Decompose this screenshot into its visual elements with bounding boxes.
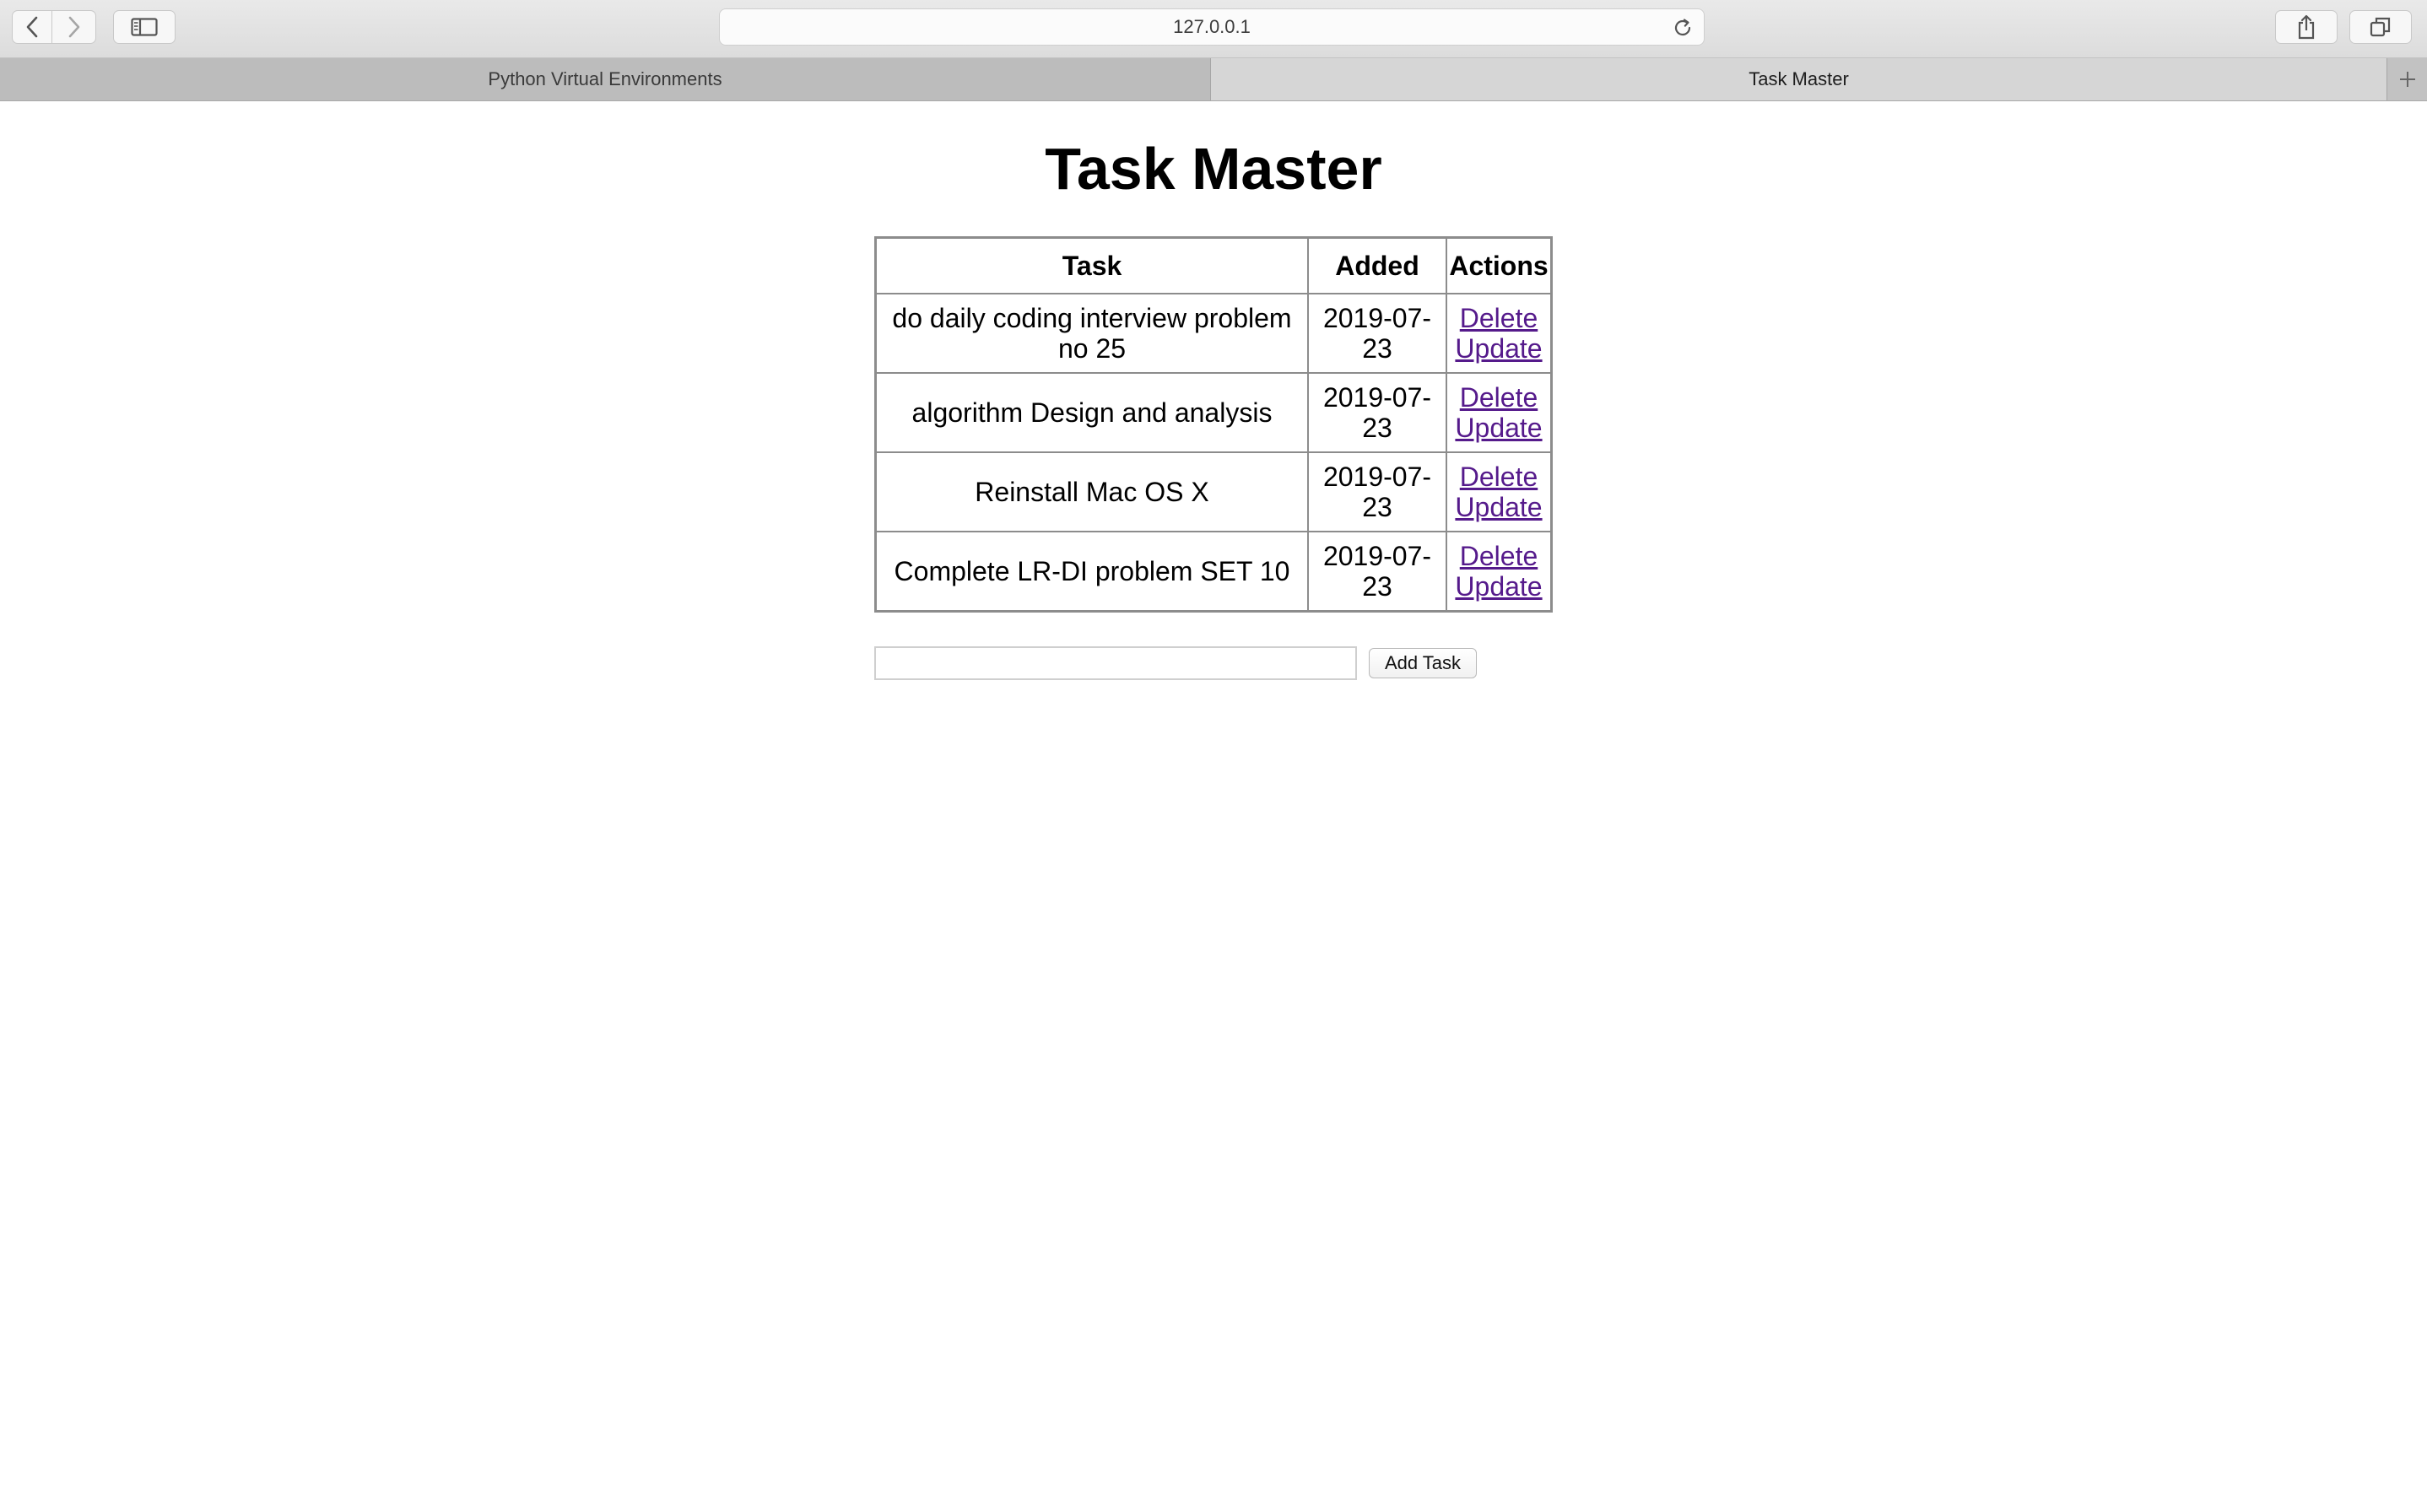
task-cell: algorithm Design and analysis	[876, 373, 1308, 452]
update-link[interactable]: Update	[1449, 571, 1549, 602]
task-content-input[interactable]	[874, 646, 1357, 680]
added-cell: 2019-07-23	[1308, 373, 1446, 452]
chevron-right-icon	[68, 16, 79, 38]
share-icon	[2298, 14, 2315, 40]
add-task-button[interactable]: Add Task	[1369, 648, 1477, 678]
reload-icon[interactable]	[1672, 17, 1694, 39]
task-cell: do daily coding interview problem no 25	[876, 294, 1308, 373]
table-row: Reinstall Mac OS X 2019-07-23 Delete Upd…	[876, 452, 1551, 532]
added-cell: 2019-07-23	[1308, 294, 1446, 373]
tab-python-virtual-environments[interactable]: Python Virtual Environments	[0, 58, 1211, 100]
tab-overview-button[interactable]	[2349, 10, 2412, 44]
table-row: do daily coding interview problem no 25 …	[876, 294, 1551, 373]
actions-cell: Delete Update	[1446, 452, 1551, 532]
task-cell: Complete LR-DI problem SET 10	[876, 532, 1308, 611]
plus-icon	[2399, 72, 2415, 87]
task-cell: Reinstall Mac OS X	[876, 452, 1308, 532]
sidebar-toggle-button[interactable]	[113, 10, 176, 44]
page-content: Task Master Task Added Actions do daily …	[0, 101, 2427, 1512]
delete-link[interactable]: Delete	[1449, 303, 1549, 333]
column-header-task: Task	[876, 238, 1308, 294]
back-button[interactable]	[12, 10, 52, 44]
update-link[interactable]: Update	[1449, 333, 1549, 364]
delete-link[interactable]: Delete	[1449, 541, 1549, 571]
tab-task-master[interactable]: Task Master	[1211, 58, 2386, 100]
chevron-left-icon	[26, 16, 38, 38]
update-link[interactable]: Update	[1449, 413, 1549, 443]
table-header-row: Task Added Actions	[876, 238, 1551, 294]
delete-link[interactable]: Delete	[1449, 462, 1549, 492]
actions-cell: Delete Update	[1446, 532, 1551, 611]
actions-cell: Delete Update	[1446, 373, 1551, 452]
page-title: Task Master	[1045, 136, 1382, 202]
address-text: 127.0.0.1	[1173, 16, 1251, 37]
added-cell: 2019-07-23	[1308, 452, 1446, 532]
tab-overview-icon	[2370, 17, 2391, 37]
task-table: Task Added Actions do daily coding inter…	[874, 236, 1553, 613]
table-row: Complete LR-DI problem SET 10 2019-07-23…	[876, 532, 1551, 611]
column-header-actions: Actions	[1446, 238, 1551, 294]
actions-cell: Delete Update	[1446, 294, 1551, 373]
add-task-form: Add Task	[874, 646, 1477, 680]
delete-link[interactable]: Delete	[1449, 382, 1549, 413]
sidebar-icon	[131, 18, 158, 36]
address-bar[interactable]: 127.0.0.1	[719, 8, 1705, 46]
added-cell: 2019-07-23	[1308, 532, 1446, 611]
update-link[interactable]: Update	[1449, 492, 1549, 522]
new-tab-button[interactable]	[2386, 58, 2427, 100]
browser-toolbar: 127.0.0.1	[0, 0, 2427, 58]
column-header-added: Added	[1308, 238, 1446, 294]
table-row: algorithm Design and analysis 2019-07-23…	[876, 373, 1551, 452]
forward-button[interactable]	[52, 10, 96, 44]
share-button[interactable]	[2275, 10, 2338, 44]
tab-strip: Python Virtual Environments Task Master	[0, 58, 2427, 101]
